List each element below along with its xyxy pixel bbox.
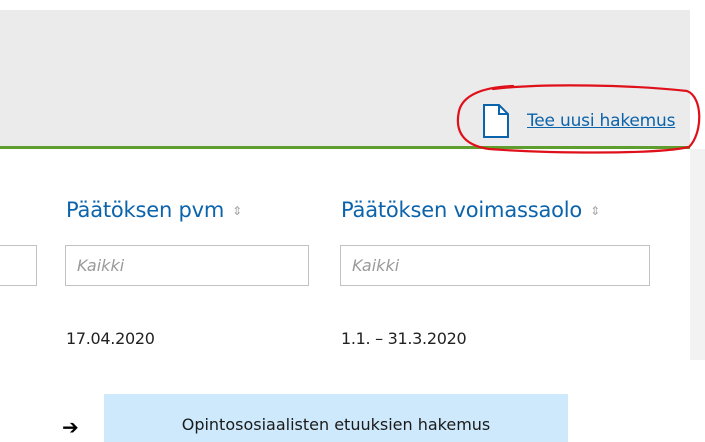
- document-icon: [483, 104, 509, 138]
- column-header-decision-date[interactable]: Päätöksen pvm ⇕: [66, 198, 242, 222]
- table-cell-validity: 1.1. – 31.3.2020: [341, 329, 467, 348]
- table-cell-decision-date: 17.04.2020: [66, 329, 155, 348]
- filter-input-decision-date[interactable]: [65, 245, 309, 286]
- column-label-validity: Päätöksen voimassaolo: [341, 198, 583, 222]
- benefit-application-button[interactable]: Opintososiaalisten etuuksien hakemus: [104, 394, 568, 442]
- column-label-decision-date: Päätöksen pvm: [66, 198, 225, 222]
- filter-input-previous-column[interactable]: [0, 245, 37, 286]
- column-header-validity[interactable]: Päätöksen voimassaolo ⇕: [341, 198, 600, 222]
- sort-arrows-icon[interactable]: ⇕: [590, 204, 600, 218]
- new-application-label[interactable]: Tee uusi hakemus: [527, 111, 675, 131]
- sort-arrows-icon[interactable]: ⇕: [232, 204, 242, 218]
- header-divider: [0, 146, 690, 149]
- right-edge-panel: [690, 149, 705, 360]
- filter-input-validity[interactable]: [340, 245, 650, 286]
- page: Tee uusi hakemus Päätöksen pvm ⇕ Päätöks…: [0, 0, 705, 442]
- new-application-link[interactable]: Tee uusi hakemus: [482, 104, 675, 138]
- right-arrow-icon: ➔: [62, 415, 79, 439]
